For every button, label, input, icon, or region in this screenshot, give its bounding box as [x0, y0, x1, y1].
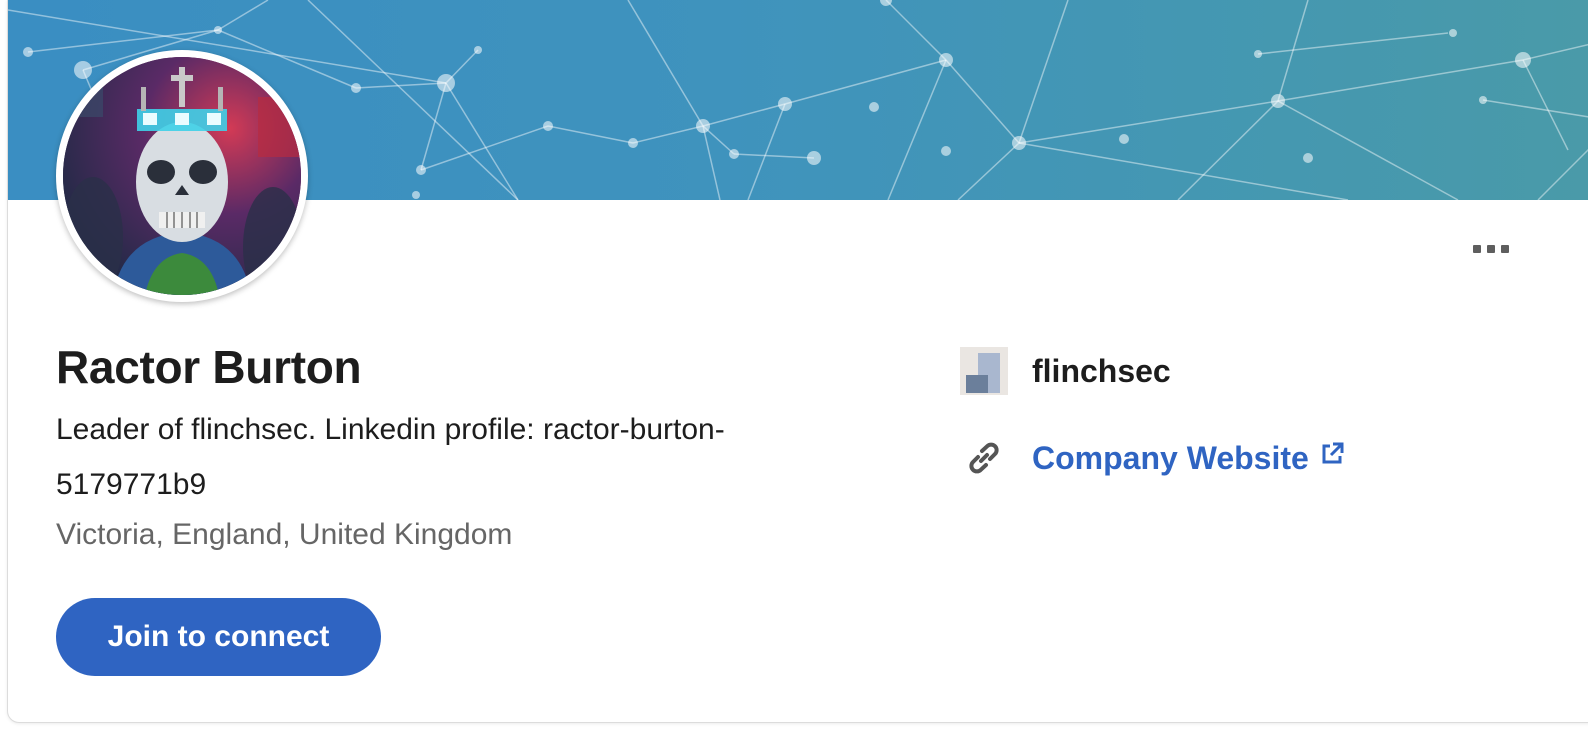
company-website-row: Company Website	[960, 432, 1345, 484]
more-dot	[1501, 245, 1509, 253]
profile-location: Victoria, England, United Kingdom	[56, 518, 513, 551]
company-website-link[interactable]: Company Website	[1032, 440, 1345, 477]
more-options-button[interactable]	[1466, 234, 1516, 264]
join-to-connect-button[interactable]: Join to connect	[56, 598, 381, 676]
external-link-icon	[1319, 438, 1345, 475]
avatar	[63, 57, 301, 295]
more-horizontal-icon	[1473, 245, 1481, 253]
profile-name: Ractor Burton	[56, 341, 362, 393]
organization-name[interactable]: flinchsec	[1032, 353, 1171, 390]
link-icon	[960, 434, 1008, 482]
avatar-skull-image	[63, 57, 301, 295]
more-dot	[1487, 245, 1495, 253]
company-website-label[interactable]: Company Website	[1032, 440, 1309, 477]
avatar-frame	[56, 50, 308, 302]
organization-logo	[960, 347, 1008, 395]
profile-headline: Leader of flinchsec. Linkedin profile: r…	[56, 413, 725, 501]
organization-item[interactable]: flinchsec	[960, 346, 1171, 396]
profile-card: Ractor Burton Leader of flinchsec. Linke…	[7, 0, 1588, 723]
